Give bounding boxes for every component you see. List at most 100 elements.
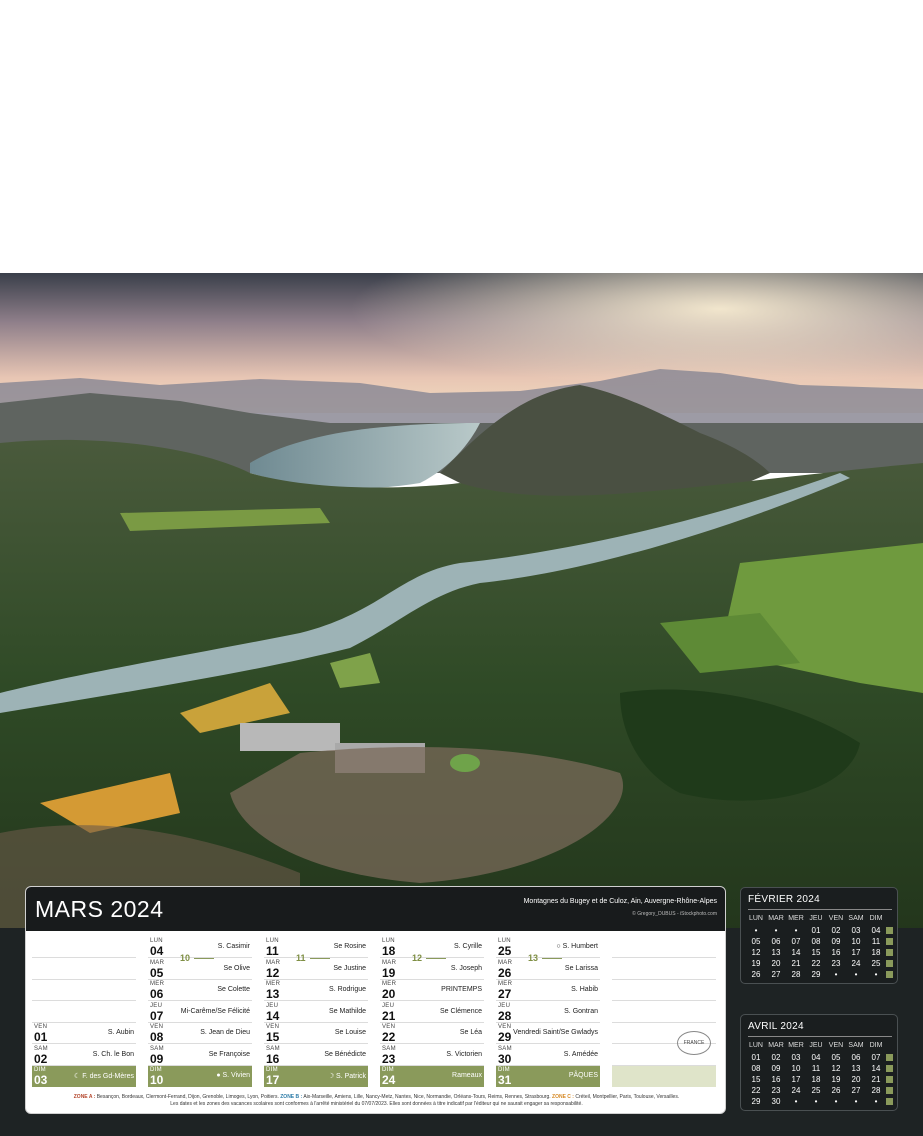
mini-day[interactable]: 22 — [746, 1086, 766, 1095]
day-cell[interactable]: VEN 08 S. Jean de Dieu — [148, 1023, 252, 1044]
mini-day[interactable]: 12 — [746, 948, 766, 957]
day-cell[interactable]: MER 27 S. Habib — [496, 980, 600, 1001]
mini-day[interactable]: 26 — [826, 1086, 846, 1095]
mini-day[interactable]: 04 — [866, 926, 886, 935]
day-cell[interactable]: JEU 14 Se Mathilde — [264, 1002, 368, 1023]
mini-day[interactable]: 04 — [806, 1053, 826, 1062]
day-cell[interactable]: JEU 07 Mi-Carême/Se Félicité — [148, 1002, 252, 1023]
mini-day[interactable]: 23 — [766, 1086, 786, 1095]
day-cell[interactable]: SAM 23 S. Victorien — [380, 1045, 484, 1066]
mini-day[interactable]: • — [766, 926, 786, 935]
mini-day[interactable]: 16 — [826, 948, 846, 957]
mini-day[interactable]: 15 — [806, 948, 826, 957]
mini-day[interactable]: • — [826, 1097, 846, 1106]
mini-day[interactable]: 02 — [766, 1053, 786, 1062]
day-cell[interactable]: LUN 25 ○ S. Humbert — [496, 937, 600, 958]
mini-day[interactable]: 10 — [846, 937, 866, 946]
mini-day[interactable]: 06 — [766, 937, 786, 946]
mini-day[interactable]: 05 — [746, 937, 766, 946]
mini-day[interactable]: • — [806, 1097, 826, 1106]
day-cell[interactable]: VEN 01 S. Aubin — [32, 1023, 136, 1044]
mini-day[interactable]: 28 — [866, 1086, 886, 1095]
mini-day[interactable]: 07 — [786, 937, 806, 946]
mini-day[interactable]: • — [786, 926, 806, 935]
day-cell[interactable]: MAR 26 Se Larissa — [496, 959, 600, 980]
mini-day[interactable]: 20 — [846, 1075, 866, 1084]
day-cell-sunday[interactable]: DIM 03 ☾ F. des Gd-Mères — [32, 1066, 136, 1087]
mini-day[interactable]: 09 — [766, 1064, 786, 1073]
mini-day[interactable]: 25 — [866, 959, 886, 968]
mini-day[interactable]: 24 — [786, 1086, 806, 1095]
day-cell[interactable]: SAM 02 S. Ch. le Bon — [32, 1045, 136, 1066]
mini-day[interactable]: 29 — [746, 1097, 766, 1106]
mini-day[interactable]: • — [746, 926, 766, 935]
mini-day[interactable]: 20 — [766, 959, 786, 968]
day-cell[interactable]: MER 06 Se Colette — [148, 980, 252, 1001]
mini-day[interactable]: 03 — [846, 926, 866, 935]
day-cell-sunday[interactable]: DIM 24 Rameaux — [380, 1066, 484, 1087]
day-cell[interactable]: LUN 11 Se Rosine — [264, 937, 368, 958]
mini-day[interactable]: 08 — [746, 1064, 766, 1073]
mini-day[interactable]: 11 — [866, 937, 886, 946]
mini-day[interactable]: 28 — [786, 970, 806, 979]
mini-day[interactable]: • — [826, 970, 846, 979]
mini-day[interactable]: • — [846, 1097, 866, 1106]
mini-day[interactable]: • — [846, 970, 866, 979]
day-cell[interactable]: VEN 22 Se Léa — [380, 1023, 484, 1044]
mini-day[interactable]: 10 — [786, 1064, 806, 1073]
mini-day[interactable]: 27 — [846, 1086, 866, 1095]
mini-day[interactable]: 16 — [766, 1075, 786, 1084]
day-cell[interactable]: MER 13 S. Rodrigue — [264, 980, 368, 1001]
mini-day[interactable]: 09 — [826, 937, 846, 946]
mini-day[interactable]: 11 — [806, 1064, 826, 1073]
day-cell[interactable]: JEU 21 Se Clémence — [380, 1002, 484, 1023]
mini-day[interactable]: 21 — [866, 1075, 886, 1084]
mini-day[interactable]: 29 — [806, 970, 826, 979]
mini-day[interactable]: 18 — [866, 948, 886, 957]
mini-day[interactable]: 19 — [746, 959, 766, 968]
mini-day[interactable]: 25 — [806, 1086, 826, 1095]
day-cell[interactable]: VEN 15 Se Louise — [264, 1023, 368, 1044]
mini-day[interactable]: 01 — [746, 1053, 766, 1062]
day-cell[interactable]: MAR 05 Se Olive — [148, 959, 252, 980]
day-cell[interactable]: SAM 16 Se Bénédicte — [264, 1045, 368, 1066]
day-cell[interactable]: LUN 18 S. Cyrille — [380, 937, 484, 958]
day-cell[interactable]: SAM 09 Se Françoise — [148, 1045, 252, 1066]
mini-day[interactable]: 19 — [826, 1075, 846, 1084]
mini-day[interactable]: 27 — [766, 970, 786, 979]
mini-day[interactable]: 26 — [746, 970, 766, 979]
day-cell-sunday[interactable]: DIM 31 PÂQUES — [496, 1066, 600, 1087]
day-cell[interactable]: MAR 19 S. Joseph — [380, 959, 484, 980]
mini-day[interactable]: • — [786, 1097, 806, 1106]
day-cell[interactable]: LUN 04 S. Casimir — [148, 937, 252, 958]
mini-day[interactable]: 02 — [826, 926, 846, 935]
day-cell[interactable]: JEU 28 S. Gontran — [496, 1002, 600, 1023]
mini-day[interactable]: 05 — [826, 1053, 846, 1062]
mini-day[interactable]: 13 — [846, 1064, 866, 1073]
mini-day[interactable]: 08 — [806, 937, 826, 946]
day-cell[interactable]: MER 20 PRINTEMPS — [380, 980, 484, 1001]
mini-day[interactable]: 17 — [846, 948, 866, 957]
mini-day[interactable]: 21 — [786, 959, 806, 968]
day-cell[interactable]: MAR 12 Se Justine — [264, 959, 368, 980]
mini-day[interactable]: 12 — [826, 1064, 846, 1073]
day-cell-sunday[interactable]: DIM 10 ● S. Vivien — [148, 1066, 252, 1087]
day-cell[interactable]: SAM 30 S. Amédée — [496, 1045, 600, 1066]
mini-day[interactable]: 13 — [766, 948, 786, 957]
mini-day[interactable]: 14 — [866, 1064, 886, 1073]
mini-day[interactable]: 15 — [746, 1075, 766, 1084]
mini-day[interactable]: 30 — [766, 1097, 786, 1106]
mini-day[interactable]: 06 — [846, 1053, 866, 1062]
mini-day[interactable]: • — [866, 1097, 886, 1106]
mini-day[interactable]: 18 — [806, 1075, 826, 1084]
mini-day[interactable]: 24 — [846, 959, 866, 968]
mini-day[interactable]: 17 — [786, 1075, 806, 1084]
mini-day[interactable]: 07 — [866, 1053, 886, 1062]
day-cell-sunday[interactable]: DIM 17 ☽ S. Patrick — [264, 1066, 368, 1087]
mini-day[interactable]: 23 — [826, 959, 846, 968]
mini-day[interactable]: 14 — [786, 948, 806, 957]
day-cell[interactable]: VEN 29 Vendredi Saint/Se Gwladys — [496, 1023, 600, 1044]
mini-day[interactable]: 03 — [786, 1053, 806, 1062]
mini-day[interactable]: 22 — [806, 959, 826, 968]
mini-day[interactable]: • — [866, 970, 886, 979]
